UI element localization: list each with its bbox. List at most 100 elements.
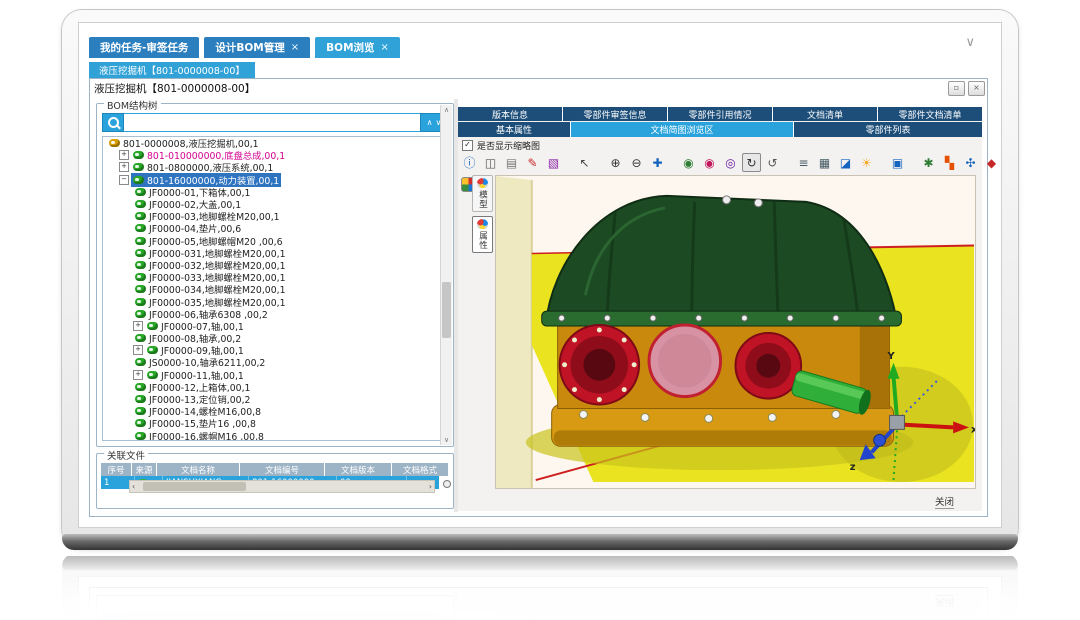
part-link-icon (135, 358, 146, 366)
bom-tree-group: BOM结构树 ∧ ∨ 801-0000008,液压挖掘机,00,1+801-01… (96, 103, 454, 447)
tree-search-input[interactable] (124, 113, 420, 132)
detail-tab[interactable]: 零部件引用情况 (668, 107, 772, 121)
assembly-balls-icon (477, 219, 488, 229)
detail-tab[interactable]: 文档清单 (773, 107, 877, 121)
detail-tab[interactable]: 零部件审签信息 (563, 107, 667, 121)
bom-tree: 801-0000008,液压挖掘机,00,1+801-010000000,底盘总… (102, 136, 448, 441)
zoom-in-icon[interactable]: ⊕ (606, 153, 625, 172)
tab-close-icon[interactable]: × (381, 42, 389, 53)
layers-icon[interactable]: ▚ (940, 153, 959, 172)
restore-button[interactable]: ▫ (948, 81, 965, 96)
part-link-icon (109, 139, 120, 147)
column-header: 文档编号 (240, 463, 325, 476)
image-icon[interactable]: ▧ (544, 153, 563, 172)
expand-icon[interactable]: + (133, 321, 143, 331)
screen-reflection: 我的任务-审签任务设计BOM管理×BOM浏览× ∨ 液压挖掘机【801-0000… (62, 556, 1018, 620)
column-header: 来源 (132, 463, 157, 476)
close-window-button[interactable]: × (968, 81, 985, 96)
collapse-chevron-icon[interactable]: ∨ (965, 35, 975, 50)
scroll-up-icon[interactable]: ∧ (441, 106, 452, 114)
info-icon[interactable]: ⓘ (460, 153, 479, 172)
monitor-frame: 我的任务-审签任务 设计BOM管理×BOM浏览× ∨ 液压挖掘机【801-0000… (62, 10, 1018, 548)
markup-pen-icon[interactable]: ✎ (523, 153, 542, 172)
pan-icon[interactable]: ↺ (763, 153, 782, 172)
part-link-icon (133, 163, 144, 171)
tab-close-icon[interactable]: × (291, 42, 299, 53)
side-tab-label: 属性 (477, 231, 489, 250)
part-link-icon (135, 298, 146, 306)
detail-tab[interactable]: 版本信息 (458, 107, 562, 121)
main-tabbar: 我的任务-审签任务 设计BOM管理×BOM浏览× (89, 37, 400, 58)
select-cursor-icon[interactable]: ↖ (575, 153, 594, 172)
fit-view-icon[interactable]: ✚ (648, 153, 667, 172)
axis-z-label: z (850, 462, 856, 473)
section-lines-icon[interactable]: ≡ (794, 153, 813, 172)
scroll-right-icon[interactable]: › (429, 482, 432, 491)
detail-tabs-row2: 基本属性文档简图浏览区零部件列表 (458, 122, 982, 137)
main-tab-label: 我的任务-审签任务 (100, 40, 188, 55)
toolbar-separator (596, 153, 604, 172)
tree-search-row: ∧ ∨ (102, 113, 448, 132)
detail-subtab[interactable]: 文档简图浏览区 (571, 122, 793, 137)
viewer-side-tab[interactable]: 属性 (472, 216, 493, 253)
print-preview-icon[interactable]: ◫ (481, 153, 500, 172)
part-link-icon (135, 188, 146, 196)
toolbar-separator (669, 153, 677, 172)
part-link-icon (135, 273, 146, 281)
window-titlebar: 液压挖掘机【801-0000008-00】 ▫ × (90, 79, 987, 97)
document-subtab[interactable]: 液压挖掘机【801-0000008-00】 (89, 62, 255, 78)
zoom-window-icon[interactable]: ◉ (679, 153, 698, 172)
part-link-icon (135, 200, 146, 208)
viewer-area: 模型属性 (458, 175, 982, 489)
expand-icon[interactable]: + (133, 345, 143, 355)
grid-icon[interactable]: ▦ (815, 153, 834, 172)
detail-subtab[interactable]: 基本属性 (458, 122, 570, 137)
printer-icon[interactable]: ▤ (502, 153, 521, 172)
subtab-label: 液压挖掘机【801-0000008-00】 (99, 63, 245, 77)
expand-icon[interactable]: + (119, 150, 129, 160)
screen-icon[interactable]: ▣ (888, 153, 907, 172)
main-tab[interactable]: 我的任务-审签任务 (89, 37, 199, 58)
related-files-hscrollbar[interactable]: ‹ › (129, 480, 435, 493)
detail-subtab[interactable]: 零部件列表 (794, 122, 982, 137)
hscroll-thumb[interactable] (143, 482, 246, 491)
3d-viewport[interactable]: x Y z (495, 175, 976, 489)
part-link-icon (133, 176, 144, 184)
viewer-side-tab[interactable]: 模型 (472, 175, 493, 212)
close-link[interactable]: 关闭 (935, 494, 954, 509)
scroll-thumb[interactable] (442, 282, 451, 338)
axis-icon[interactable]: ✣ (961, 153, 980, 172)
zoom-out-icon[interactable]: ⊖ (627, 153, 646, 172)
solid-view-icon[interactable]: ◆ (982, 153, 1001, 172)
render-modes-icon[interactable]: ✱ (919, 153, 938, 172)
tree-scrollbar[interactable]: ∧ ∨ (440, 105, 452, 445)
rotate-center-icon[interactable]: ◎ (721, 153, 740, 172)
part-link-icon (135, 237, 146, 245)
gearbox-3d-scene: x Y z (496, 176, 975, 488)
column-header: 序号 (101, 463, 132, 476)
screen: 我的任务-审签任务 设计BOM管理×BOM浏览× ∨ 液压挖掘机【801-0000… (78, 22, 1002, 528)
scroll-left-icon[interactable]: ‹ (132, 482, 135, 491)
light-icon[interactable]: ☀ (857, 153, 876, 172)
thumbnail-checkbox[interactable]: ✓ (462, 140, 473, 151)
bom-browse-window: 液压挖掘机【801-0000008-00】 ▫ × BOM结构树 ∧ (89, 78, 988, 517)
magnifier-glyph (108, 117, 119, 128)
monitor-frame: 我的任务-审签任务设计BOM管理×BOM浏览× ∨ 液压挖掘机【801-0000… (62, 556, 1018, 620)
main-tab[interactable]: BOM浏览× (315, 37, 400, 58)
camera-icon[interactable]: ◪ (836, 153, 855, 172)
search-up-icon[interactable]: ∧ (427, 118, 433, 127)
part-link-icon (147, 322, 158, 330)
expand-icon[interactable]: + (133, 370, 143, 380)
tree-item[interactable]: JF0000-16,螺帽M16 ,00,8 (103, 430, 447, 442)
expand-icon[interactable]: + (119, 162, 129, 172)
rotate-icon[interactable]: ↻ (742, 153, 761, 172)
scroll-down-icon[interactable]: ∨ (441, 436, 452, 444)
viewer-side-tabs: 模型属性 (472, 175, 493, 253)
collapse-icon[interactable]: − (119, 175, 129, 185)
zoom-select-icon[interactable]: ◉ (700, 153, 719, 172)
search-icon[interactable] (102, 113, 124, 132)
detail-tab[interactable]: 零部件文档清单 (878, 107, 982, 121)
column-header: 文档版本 (325, 463, 392, 476)
main-tab[interactable]: 设计BOM管理× (204, 37, 310, 58)
tree-item-label: JF0000-16,螺帽M16 ,00,8 (149, 429, 264, 441)
